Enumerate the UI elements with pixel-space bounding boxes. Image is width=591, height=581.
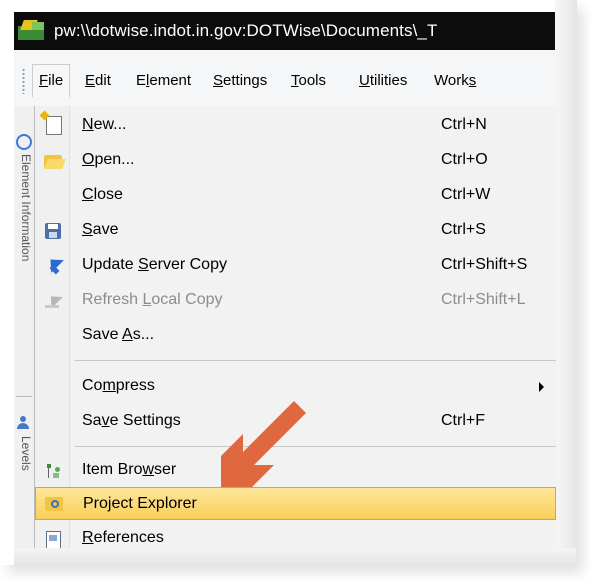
- menu-item-open[interactable]: Open... Ctrl+O: [35, 143, 556, 178]
- side-tab-levels[interactable]: Levels: [15, 436, 33, 546]
- menu-item-label: Save: [82, 221, 119, 238]
- menu-item-shortcut: Ctrl+O: [441, 151, 488, 168]
- menu-item-update-server-copy[interactable]: Update Server Copy Ctrl+Shift+S: [35, 248, 556, 283]
- mnemonic-char: O: [82, 151, 95, 168]
- window-title: pw:\\dotwise.indot.in.gov:DOTWise\Docume…: [54, 21, 438, 40]
- menu-item-refresh-local-copy: Refresh Local Copy Ctrl+Shift+L: [35, 283, 556, 318]
- menu-bar: File Edit Element Settings Tools Utiliti…: [14, 50, 555, 107]
- menu-file-label: ile: [48, 72, 64, 89]
- menu-item-item-browser[interactable]: Item Browser: [35, 453, 556, 488]
- menu-separator: [75, 446, 556, 447]
- info-circle-icon[interactable]: [16, 134, 32, 150]
- mnemonic-char: w: [142, 461, 155, 478]
- menu-tools[interactable]: Tools: [291, 72, 326, 89]
- menu-edit[interactable]: Edit: [85, 72, 111, 89]
- menu-item-label: Project Explorer: [83, 495, 197, 512]
- item-browser-icon: [43, 461, 63, 481]
- menu-item-label: Save As...: [82, 326, 155, 343]
- menu-item-close[interactable]: Close Ctrl+W: [35, 178, 556, 213]
- menu-item-save-settings[interactable]: Save Settings Ctrl+F: [35, 404, 556, 439]
- menu-item-save-as[interactable]: Save As...: [35, 318, 556, 353]
- references-icon: [43, 529, 63, 548]
- menu-item-label: Save Settings: [82, 412, 181, 429]
- menu-item-compress[interactable]: Compress: [35, 369, 556, 404]
- refresh-arrow-icon: [43, 290, 63, 311]
- side-panel: Element Information Levels: [14, 106, 35, 548]
- mnemonic-char: L: [142, 291, 152, 308]
- side-tab-element-information[interactable]: Element Information: [15, 154, 33, 394]
- project-explorer-icon: [44, 494, 64, 514]
- menu-element[interactable]: Element: [136, 72, 191, 89]
- menu-item-shortcut: Ctrl+N: [441, 116, 487, 133]
- open-folder-icon: [43, 151, 66, 171]
- new-file-icon: [46, 116, 62, 135]
- submenu-arrow-icon: [539, 382, 544, 392]
- menu-item-label: New...: [82, 116, 127, 133]
- menu-settings[interactable]: Settings: [213, 72, 267, 89]
- side-divider: [16, 396, 32, 397]
- update-arrow-icon: [43, 253, 64, 276]
- menu-item-shortcut: Ctrl+F: [441, 412, 485, 429]
- menu-item-label: Close: [82, 186, 123, 203]
- menu-item-label: Refresh Local Copy: [82, 291, 223, 308]
- mnemonic-char: R: [82, 529, 94, 546]
- mnemonic-char: N: [82, 116, 94, 133]
- person-icon[interactable]: [17, 416, 29, 430]
- menu-workspace[interactable]: Works: [434, 72, 476, 89]
- title-bar: pw:\\dotwise.indot.in.gov:DOTWise\Docume…: [14, 12, 555, 50]
- menu-item-label: Open...: [82, 151, 135, 168]
- menu-item-shortcut: Ctrl+Shift+L: [441, 291, 526, 308]
- menu-utilities[interactable]: Utilities: [359, 72, 407, 89]
- menu-item-shortcut: Ctrl+S: [441, 221, 486, 238]
- menu-file-mnemonic: F: [39, 72, 49, 89]
- file-menu-dropdown: New... Ctrl+N Open... Ctrl+O Close Ctrl+…: [34, 106, 556, 548]
- mnemonic-char: v: [101, 412, 110, 429]
- menu-item-new[interactable]: New... Ctrl+N: [35, 108, 556, 143]
- microstation-app-icon: [18, 20, 46, 42]
- menu-item-label: Item Browser: [82, 461, 177, 478]
- mnemonic-char: A: [122, 326, 133, 343]
- menu-item-references[interactable]: References: [35, 521, 556, 548]
- mnemonic-char: m: [102, 377, 116, 394]
- menu-item-label: Update Server Copy: [82, 256, 227, 273]
- mnemonic-char: S: [138, 256, 149, 273]
- menu-item-save[interactable]: Save Ctrl+S: [35, 213, 556, 248]
- save-disk-icon: [43, 221, 63, 241]
- menu-item-label: References: [82, 529, 164, 546]
- menu-separator: [75, 360, 556, 361]
- mnemonic-char: C: [82, 186, 94, 203]
- frame-shadow-bottom: [14, 548, 576, 566]
- toolbar-grip-handle[interactable]: [22, 68, 25, 94]
- frame-shadow-right: [555, 0, 577, 566]
- menu-item-shortcut: Ctrl+Shift+S: [441, 256, 528, 273]
- mnemonic-char: j: [107, 495, 112, 512]
- menu-item-shortcut: Ctrl+W: [441, 186, 491, 203]
- mnemonic-char: S: [82, 221, 93, 238]
- menu-file[interactable]: File: [32, 64, 71, 97]
- menu-item-project-explorer[interactable]: Project Explorer: [35, 487, 556, 520]
- menu-item-label: Compress: [82, 377, 155, 394]
